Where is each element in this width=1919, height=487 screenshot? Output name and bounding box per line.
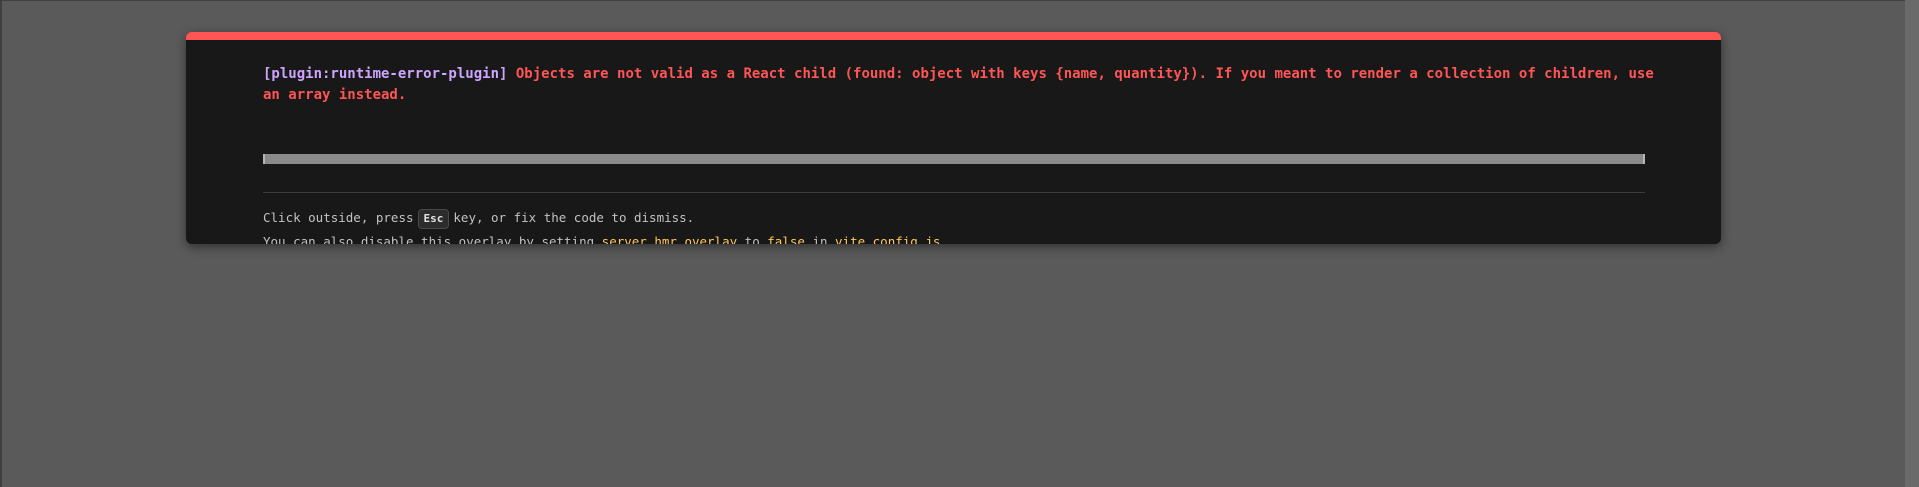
tip-period: . [940,234,948,244]
disable-overlay-tip: You can also disable this overlay by set… [263,232,948,244]
page-scrollbar[interactable] [1905,0,1919,487]
dismiss-tip: Click outside, press Esc key, or fix the c… [263,208,694,229]
overlay-divider [263,192,1645,193]
page-left-edge [0,0,2,487]
dismiss-tip-prefix: Click outside, press [263,210,414,225]
config-file: vite.config.js [835,234,941,244]
to-word: to [744,234,760,244]
dismiss-tip-suffix: key, or fix the code to dismiss. [453,210,695,225]
esc-key: Esc [417,209,450,229]
error-message: [plugin:runtime-error-plugin] Objects ar… [263,64,1663,106]
setting-name: server.hmr.overlay [601,234,738,244]
in-word: in [812,234,828,244]
disable-tip-prefix: You can also disable this overlay by set… [263,234,595,244]
plugin-name: [plugin:runtime-error-plugin] [263,66,508,82]
page-top-edge [0,0,1919,1]
setting-value: false [767,234,805,244]
error-overlay-window: [plugin:runtime-error-plugin] Objects ar… [186,32,1721,244]
error-frame-bar [263,154,1645,164]
